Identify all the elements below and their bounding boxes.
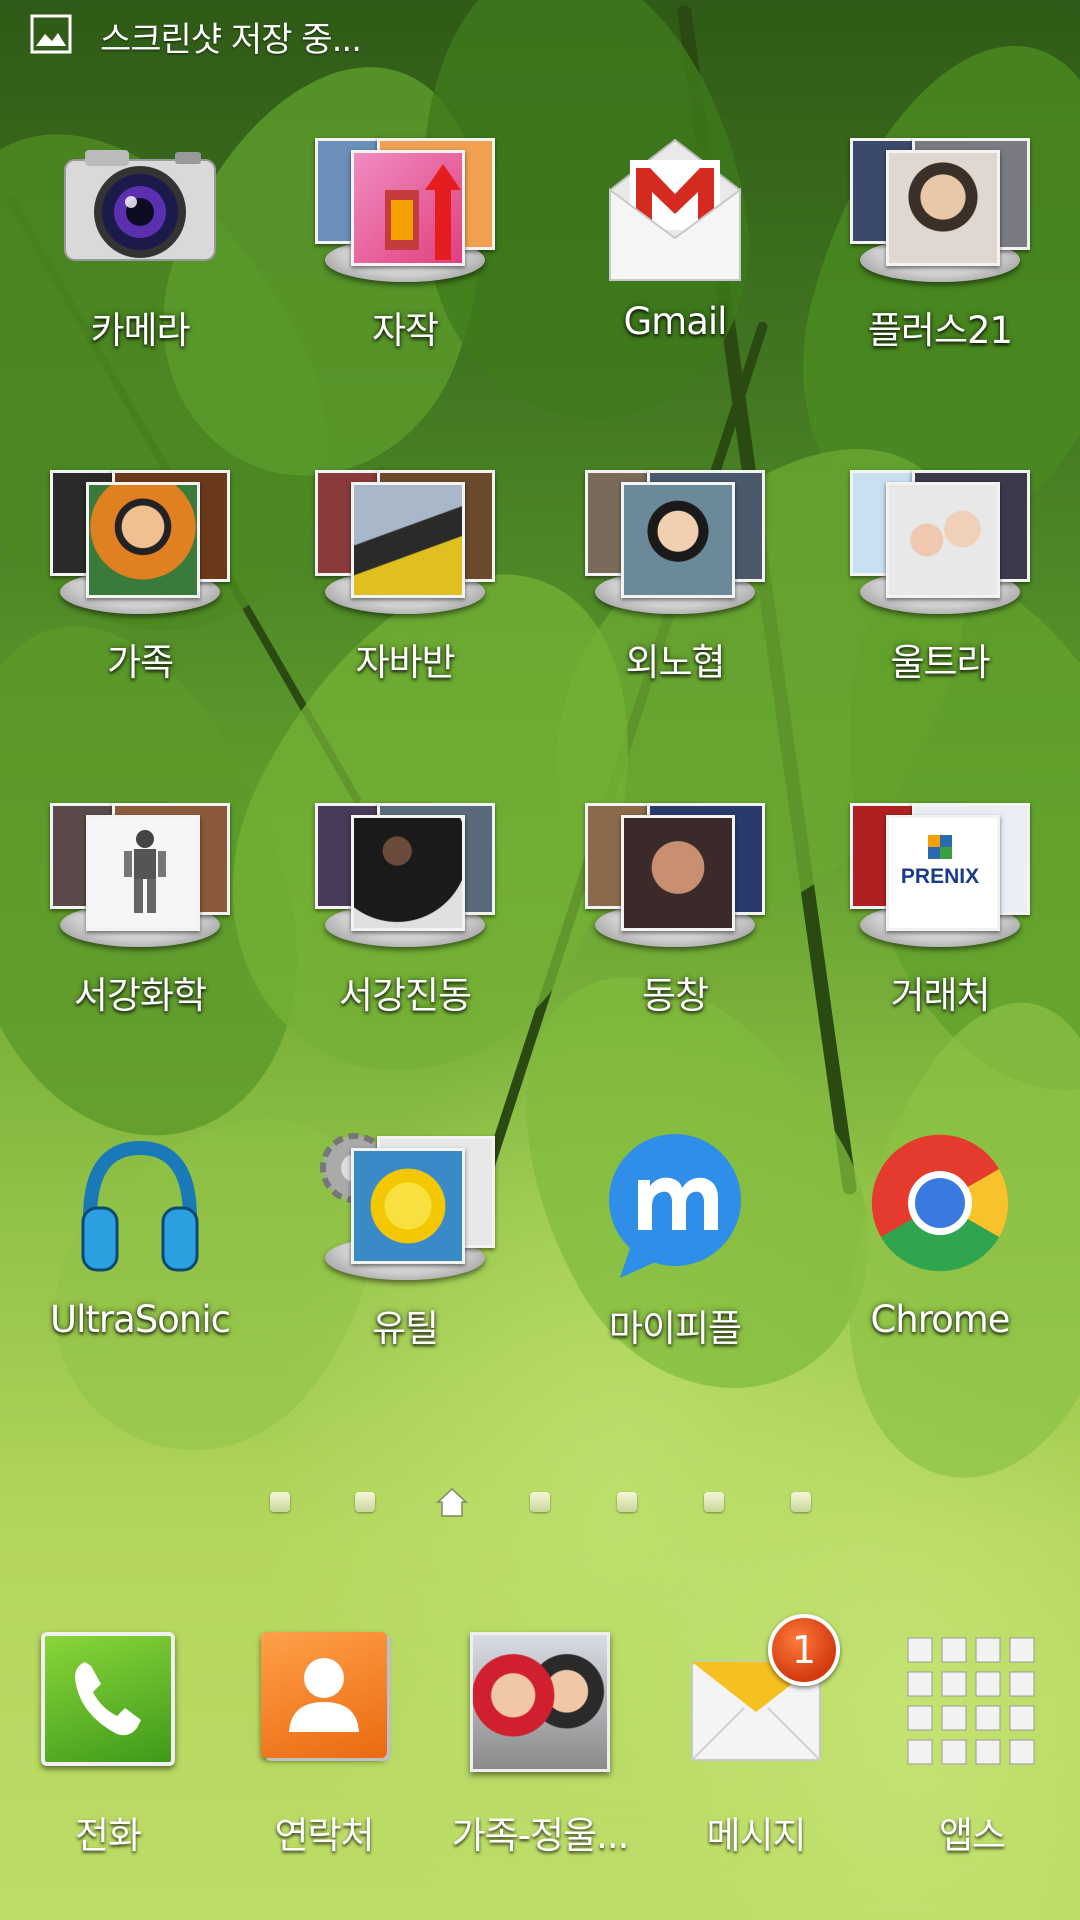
folder-label: 자바반 <box>355 641 455 684</box>
folder-util[interactable]: 유틸 <box>285 1098 525 1398</box>
folder-icon <box>315 120 495 290</box>
dock-messages[interactable]: 1 메시지 <box>648 1614 864 1920</box>
dock-label: 메시지 <box>706 1814 806 1857</box>
folder-icon <box>585 452 765 622</box>
folder-label: 서강화학 <box>73 974 207 1017</box>
folder-label: 플러스21 <box>867 309 1013 352</box>
folder-icon: PRENIX <box>850 785 1030 955</box>
unread-badge: 1 <box>768 1614 840 1686</box>
folder-label: 외노협 <box>625 641 725 684</box>
headphones-icon <box>81 1140 199 1272</box>
folder-label: 울트라 <box>890 641 990 684</box>
phone-icon <box>41 1632 175 1766</box>
folder-dongchang[interactable]: 동창 <box>555 765 795 1065</box>
folder-seogang-chem[interactable]: 서강화학 <box>20 765 260 1065</box>
folder-icon <box>315 1118 495 1288</box>
app-ultrasonic[interactable]: UltraSonic <box>20 1098 260 1398</box>
home-icon[interactable] <box>434 1484 470 1520</box>
folder-icon <box>850 452 1030 622</box>
folder-icon <box>50 452 230 622</box>
status-bar: 스크린샷 저장 중... <box>0 0 1080 70</box>
contacts-icon <box>261 1632 387 1758</box>
folder-icon <box>315 785 495 955</box>
folder-ultra[interactable]: 울트라 <box>820 432 1060 732</box>
status-notification-text: 스크린샷 저장 중... <box>100 20 362 60</box>
app-label: UltraSonic <box>50 1298 231 1341</box>
camera-icon <box>64 150 216 261</box>
mypeople-icon <box>609 1134 741 1278</box>
dock-label: 전화 <box>74 1814 142 1857</box>
folder-icon <box>850 120 1030 290</box>
folder-icon <box>585 785 765 955</box>
dock-label: 앱스 <box>938 1814 1006 1857</box>
dock-phone[interactable]: 전화 <box>0 1620 216 1920</box>
gmail-icon <box>609 138 741 281</box>
svg-text:PRENIX: PRENIX <box>901 865 979 888</box>
dock-family-contact[interactable]: 가족-정울... <box>432 1620 648 1920</box>
folder-label: 유틸 <box>371 1307 439 1350</box>
folder-oenohyeop[interactable]: 외노협 <box>555 432 795 732</box>
dock-apps[interactable]: 앱스 <box>864 1620 1080 1920</box>
app-label: Gmail <box>623 300 728 343</box>
dock-label: 가족-정울... <box>451 1814 630 1857</box>
folder-label: 자작 <box>371 309 439 352</box>
folder-georaecheo[interactable]: PRENIX 거래처 <box>820 765 1060 1065</box>
folder-plus21[interactable]: 플러스21 <box>820 100 1060 400</box>
folder-seogang-vib[interactable]: 서강진동 <box>285 765 525 1065</box>
folder-family[interactable]: 가족 <box>20 432 260 732</box>
page-dot[interactable] <box>791 1492 811 1512</box>
prenix-logo: PRENIX <box>901 835 979 888</box>
folder-jajak[interactable]: 자작 <box>285 100 525 400</box>
app-label: 카메라 <box>90 309 190 352</box>
folder-label: 서강진동 <box>338 974 472 1017</box>
dock-contacts[interactable]: 연락처 <box>216 1620 432 1920</box>
apps-grid-icon <box>907 1637 1035 1765</box>
gallery-icon <box>30 14 72 54</box>
folder-icon <box>315 452 495 622</box>
folder-label: 가족 <box>106 641 174 684</box>
page-dot[interactable] <box>270 1492 290 1512</box>
page-dot[interactable] <box>704 1492 724 1512</box>
folder-label: 동창 <box>641 974 709 1017</box>
dock-label: 연락처 <box>274 1814 374 1857</box>
app-chrome[interactable]: Chrome <box>820 1098 1060 1398</box>
app-label: Chrome <box>870 1298 1010 1341</box>
page-indicator <box>0 1482 1080 1522</box>
app-gmail[interactable]: Gmail <box>555 100 795 400</box>
page-dot[interactable] <box>617 1492 637 1512</box>
app-label: 마이피플 <box>608 1307 742 1350</box>
app-mypeople[interactable]: 마이피플 <box>555 1098 795 1398</box>
folder-label: 거래처 <box>890 974 990 1017</box>
chrome-icon <box>871 1134 1009 1272</box>
page-dot[interactable] <box>530 1492 550 1512</box>
page-dot[interactable] <box>355 1492 375 1512</box>
folder-javaban[interactable]: 자바반 <box>285 432 525 732</box>
folder-icon <box>50 785 230 955</box>
contact-photo-icon <box>470 1632 610 1772</box>
app-camera[interactable]: 카메라 <box>20 100 260 400</box>
